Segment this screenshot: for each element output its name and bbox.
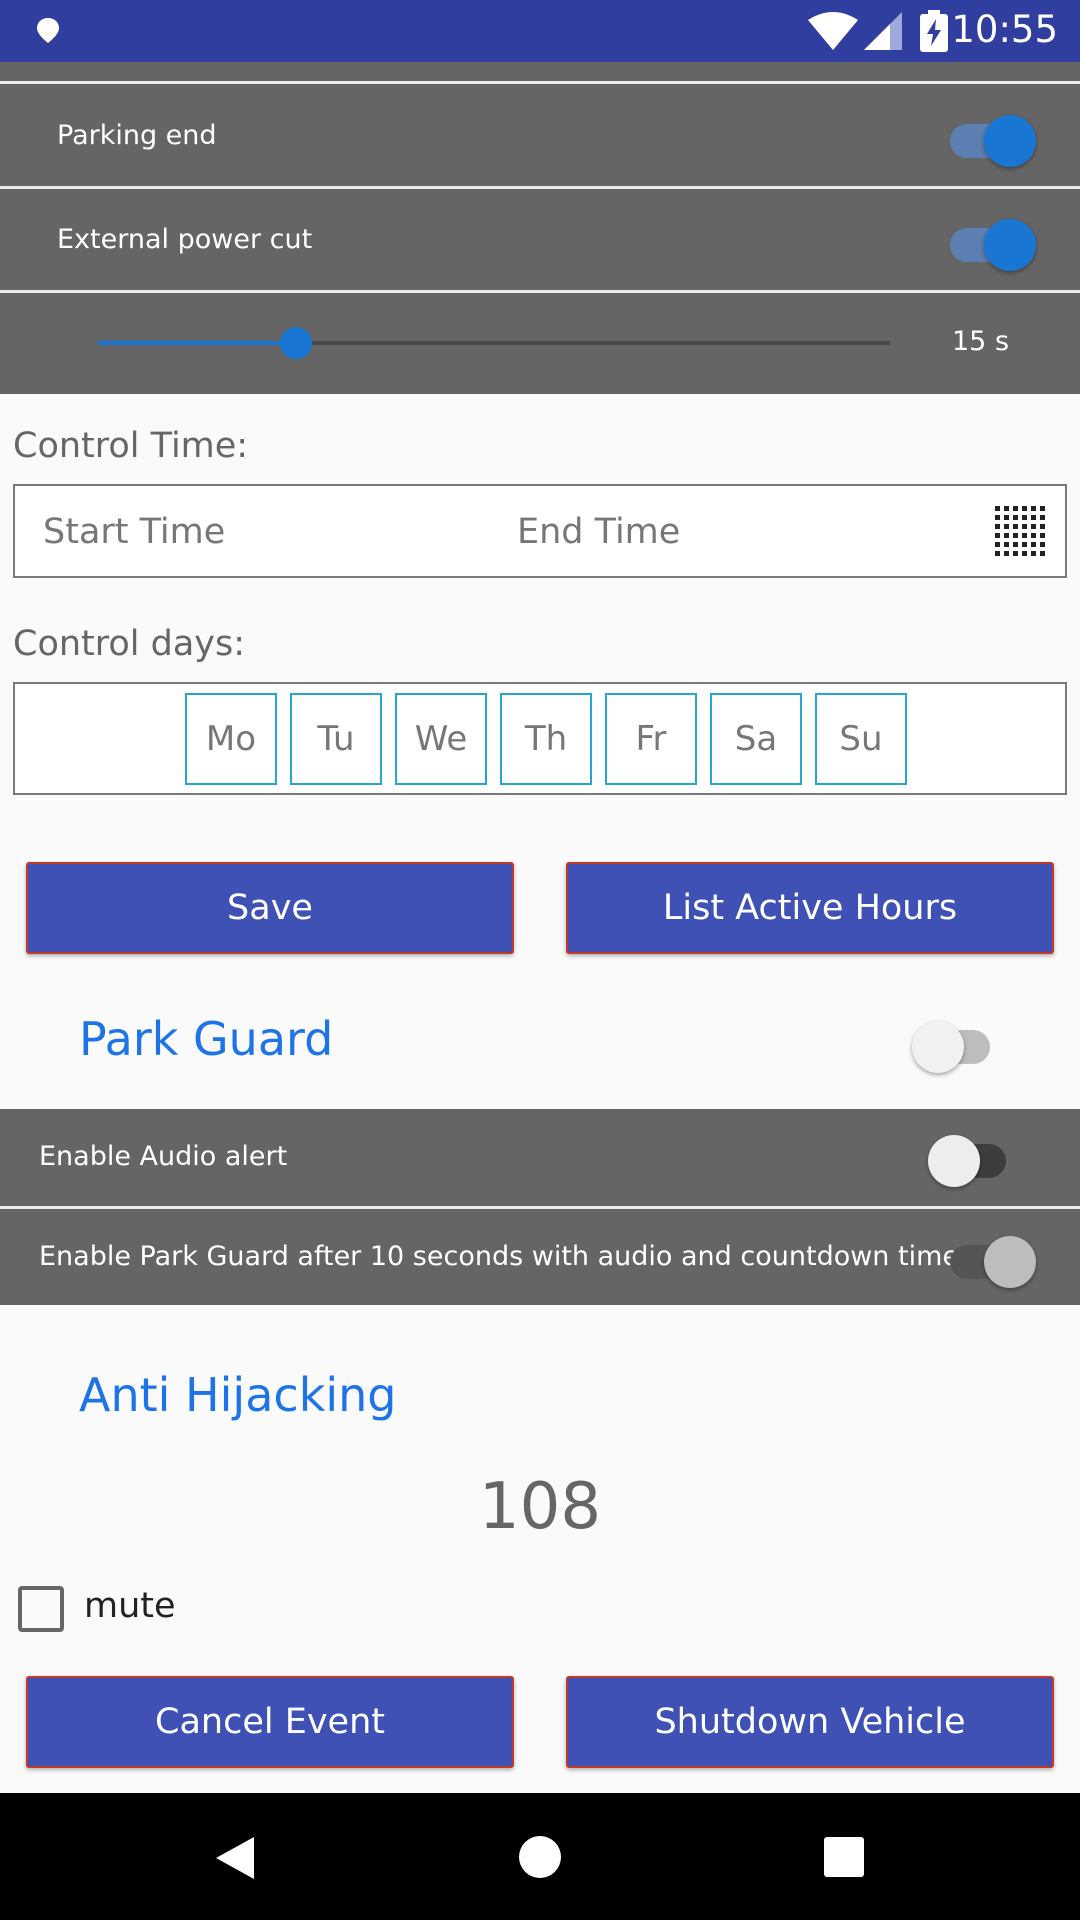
end-time-input[interactable]: End Time bbox=[517, 512, 680, 552]
audio-alert-row[interactable]: Enable Audio alert bbox=[0, 1109, 1080, 1206]
home-icon[interactable] bbox=[518, 1835, 562, 1879]
day-toggle-tu[interactable]: Tu bbox=[290, 693, 382, 785]
control-time-label: Control Time: bbox=[13, 426, 249, 466]
day-toggle-th[interactable]: Th bbox=[500, 693, 592, 785]
delay-slider-thumb[interactable] bbox=[280, 327, 312, 359]
delay-slider-fill bbox=[98, 341, 296, 345]
external-power-cut-switch[interactable] bbox=[944, 210, 1036, 271]
park-guard-title: Park Guard bbox=[79, 1012, 334, 1066]
parking-end-switch[interactable] bbox=[944, 106, 1036, 167]
signal-icon bbox=[864, 12, 902, 50]
battery-charging-icon bbox=[920, 10, 948, 52]
save-button[interactable]: Save bbox=[26, 862, 514, 954]
location-icon bbox=[37, 18, 59, 43]
day-toggle-we[interactable]: We bbox=[395, 693, 487, 785]
anti-hijacking-counter: 108 bbox=[478, 1470, 602, 1544]
park-guard-switch[interactable] bbox=[912, 1012, 1004, 1073]
anti-hijacking-title: Anti Hijacking bbox=[79, 1368, 397, 1422]
day-toggle-su[interactable]: Su bbox=[815, 693, 907, 785]
park-guard-countdown-label: Enable Park Guard after 10 seconds with … bbox=[39, 1241, 971, 1272]
control-days-label: Control days: bbox=[13, 624, 246, 664]
external-power-cut-label: External power cut bbox=[57, 224, 313, 255]
day-toggle-fr[interactable]: Fr bbox=[605, 693, 697, 785]
status-time: 10:55 bbox=[951, 8, 1058, 51]
settings-row-partial bbox=[0, 62, 1080, 83]
cancel-event-button[interactable]: Cancel Event bbox=[26, 1676, 514, 1768]
navigation-bar bbox=[0, 1793, 1080, 1920]
mute-checkbox[interactable] bbox=[18, 1586, 64, 1632]
recents-icon[interactable] bbox=[824, 1837, 864, 1877]
day-toggle-sa[interactable]: Sa bbox=[710, 693, 802, 785]
delay-slider-value: 15 s bbox=[952, 326, 1010, 357]
day-toggle-mo[interactable]: Mo bbox=[185, 693, 277, 785]
grid-dots-icon[interactable] bbox=[995, 506, 1045, 556]
wifi-icon bbox=[808, 12, 858, 50]
list-active-hours-button[interactable]: List Active Hours bbox=[566, 862, 1054, 954]
audio-alert-switch[interactable] bbox=[928, 1126, 1020, 1187]
external-power-cut-row[interactable]: External power cut bbox=[0, 189, 1080, 291]
audio-alert-label: Enable Audio alert bbox=[39, 1141, 288, 1172]
parking-end-row[interactable]: Parking end bbox=[0, 84, 1080, 187]
control-time-field[interactable]: Start Time End Time bbox=[13, 484, 1067, 578]
park-guard-countdown-row[interactable]: Enable Park Guard after 10 seconds with … bbox=[0, 1209, 1080, 1305]
start-time-input[interactable]: Start Time bbox=[43, 512, 225, 552]
shutdown-vehicle-button[interactable]: Shutdown Vehicle bbox=[566, 1676, 1054, 1768]
mute-label[interactable]: mute bbox=[84, 1586, 176, 1626]
park-guard-countdown-switch[interactable] bbox=[944, 1227, 1036, 1288]
status-bar: 10:55 bbox=[0, 0, 1080, 62]
parking-end-label: Parking end bbox=[57, 120, 217, 151]
back-icon[interactable] bbox=[214, 1835, 256, 1881]
